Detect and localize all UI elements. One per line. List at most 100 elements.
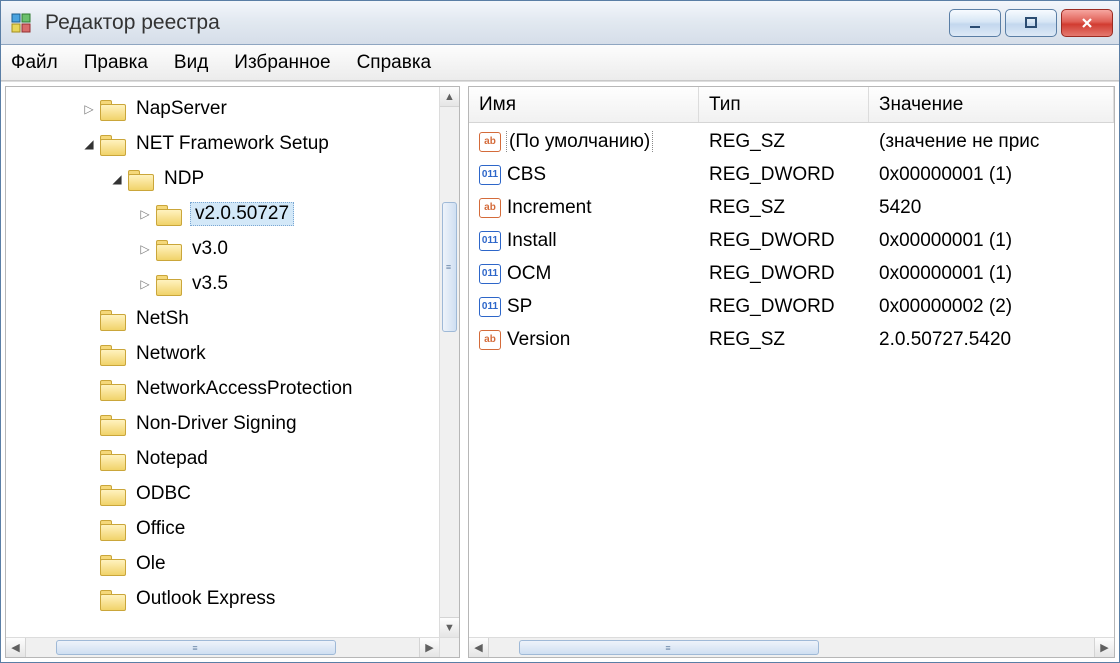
chevron-right-icon[interactable]: ▷ xyxy=(138,207,152,221)
string-value-icon: ab xyxy=(479,198,501,218)
tree-item[interactable]: ▷v3.0 xyxy=(6,231,439,266)
value-type: REG_DWORD xyxy=(699,164,869,186)
tree-item[interactable]: Notepad xyxy=(6,441,439,476)
dword-value-icon: 011 xyxy=(479,297,501,317)
tree-item-label: NetSh xyxy=(134,308,191,330)
window-title: Редактор реестра xyxy=(45,11,949,35)
tree-glyph-none xyxy=(82,592,96,606)
titlebar[interactable]: Редактор реестра xyxy=(1,1,1119,45)
tree-vertical-scrollbar[interactable]: ▲ ≡ ▼ xyxy=(439,87,459,637)
tree-item[interactable]: Ole xyxy=(6,546,439,581)
tree-item[interactable]: ◢NET Framework Setup xyxy=(6,126,439,161)
value-name: Install xyxy=(507,230,557,252)
tree-item[interactable]: NetSh xyxy=(6,301,439,336)
value-type: REG_SZ xyxy=(699,197,869,219)
client-area: ▷NapServer◢NET Framework Setup◢NDP▷v2.0.… xyxy=(1,81,1119,662)
menu-view[interactable]: Вид xyxy=(174,52,208,74)
tree-item[interactable]: Non-Driver Signing xyxy=(6,406,439,441)
folder-icon xyxy=(128,168,154,190)
column-header-name[interactable]: Имя xyxy=(469,87,699,122)
scroll-thumb[interactable]: ≡ xyxy=(56,640,336,655)
tree-item[interactable]: Office xyxy=(6,511,439,546)
tree-pane: ▷NapServer◢NET Framework Setup◢NDP▷v2.0.… xyxy=(5,86,460,658)
folder-icon xyxy=(100,483,126,505)
folder-icon xyxy=(100,448,126,470)
list-row[interactable]: ab(По умолчанию)REG_SZ(значение не прис xyxy=(469,125,1114,158)
tree-glyph-none xyxy=(82,382,96,396)
value-type: REG_DWORD xyxy=(699,296,869,318)
tree-glyph-none xyxy=(82,347,96,361)
tree-glyph-none xyxy=(82,452,96,466)
list-row[interactable]: abIncrementREG_SZ5420 xyxy=(469,191,1114,224)
chevron-right-icon[interactable]: ▷ xyxy=(82,102,96,116)
folder-icon xyxy=(100,133,126,155)
tree-item[interactable]: ODBC xyxy=(6,476,439,511)
menubar: Файл Правка Вид Избранное Справка xyxy=(1,45,1119,81)
scroll-up-icon[interactable]: ▲ xyxy=(440,87,459,107)
menu-edit[interactable]: Правка xyxy=(84,52,148,74)
regedit-icon xyxy=(7,9,35,37)
maximize-button[interactable] xyxy=(1005,9,1057,37)
tree-item[interactable]: ◢ NDP xyxy=(6,161,439,196)
tree-item[interactable]: Network xyxy=(6,336,439,371)
value-type: REG_SZ xyxy=(699,131,869,153)
list-row[interactable]: 011InstallREG_DWORD0x00000001 (1) xyxy=(469,224,1114,257)
folder-icon xyxy=(156,203,182,225)
tree-item[interactable]: Outlook Express xyxy=(6,581,439,616)
values-list[interactable]: ab(По умолчанию)REG_SZ(значение не прис0… xyxy=(469,123,1114,358)
tree-item-label: Non-Driver Signing xyxy=(134,413,299,435)
menu-favorites[interactable]: Избранное xyxy=(234,52,330,74)
tree-item[interactable]: ▷v2.0.50727 xyxy=(6,196,439,231)
scroll-right-icon[interactable]: ▶ xyxy=(1094,638,1114,657)
minimize-button[interactable] xyxy=(949,9,1001,37)
tree-item-label: Network xyxy=(134,343,208,365)
tree-item-label: Office xyxy=(134,518,187,540)
string-value-icon: ab xyxy=(479,132,501,152)
scroll-corner xyxy=(439,637,459,657)
tree-item[interactable]: ▷NapServer xyxy=(6,91,439,126)
value-type: REG_SZ xyxy=(699,329,869,351)
list-row[interactable]: 011SPREG_DWORD0x00000002 (2) xyxy=(469,290,1114,323)
chevron-down-icon[interactable]: ◢ xyxy=(110,172,124,186)
scroll-thumb[interactable]: ≡ xyxy=(442,202,457,332)
tree-item-label: NetworkAccessProtection xyxy=(134,378,354,400)
chevron-right-icon[interactable]: ▷ xyxy=(138,277,152,291)
value-name: (По умолчанию) xyxy=(507,131,652,153)
tree-glyph-none xyxy=(82,417,96,431)
tree-glyph-none xyxy=(82,487,96,501)
list-row[interactable]: abVersionREG_SZ2.0.50727.5420 xyxy=(469,323,1114,356)
value-data: 0x00000001 (1) xyxy=(869,263,1114,285)
folder-icon xyxy=(100,518,126,540)
value-data: 2.0.50727.5420 xyxy=(869,329,1114,351)
folder-icon xyxy=(100,378,126,400)
list-row[interactable]: 011OCMREG_DWORD0x00000001 (1) xyxy=(469,257,1114,290)
dword-value-icon: 011 xyxy=(479,264,501,284)
registry-tree[interactable]: ▷NapServer◢NET Framework Setup◢NDP▷v2.0.… xyxy=(6,87,439,620)
tree-item-label: NDP xyxy=(162,168,206,190)
list-horizontal-scrollbar[interactable]: ◀ ≡ ▶ xyxy=(469,637,1114,657)
scroll-down-icon[interactable]: ▼ xyxy=(440,617,459,637)
value-name: OCM xyxy=(507,263,551,285)
scroll-left-icon[interactable]: ◀ xyxy=(469,638,489,657)
column-header-data[interactable]: Значение xyxy=(869,87,1114,122)
close-button[interactable] xyxy=(1061,9,1113,37)
tree-item[interactable]: NetworkAccessProtection xyxy=(6,371,439,406)
tree-item[interactable]: ▷ v3.5 xyxy=(6,266,439,301)
scroll-left-icon[interactable]: ◀ xyxy=(6,638,26,657)
scroll-right-icon[interactable]: ▶ xyxy=(419,638,439,657)
string-value-icon: ab xyxy=(479,330,501,350)
chevron-right-icon[interactable]: ▷ xyxy=(138,242,152,256)
scroll-thumb[interactable]: ≡ xyxy=(519,640,819,655)
tree-item-label: v3.5 xyxy=(190,273,230,295)
dword-value-icon: 011 xyxy=(479,165,501,185)
list-row[interactable]: 011CBSREG_DWORD0x00000001 (1) xyxy=(469,158,1114,191)
column-header-type[interactable]: Тип xyxy=(699,87,869,122)
value-data: 0x00000002 (2) xyxy=(869,296,1114,318)
menu-file[interactable]: Файл xyxy=(11,52,58,74)
menu-help[interactable]: Справка xyxy=(357,52,432,74)
value-data: 0x00000001 (1) xyxy=(869,164,1114,186)
tree-item-label: Outlook Express xyxy=(134,588,277,610)
tree-horizontal-scrollbar[interactable]: ◀ ≡ ▶ xyxy=(6,637,439,657)
folder-icon xyxy=(100,413,126,435)
chevron-down-icon[interactable]: ◢ xyxy=(82,137,96,151)
